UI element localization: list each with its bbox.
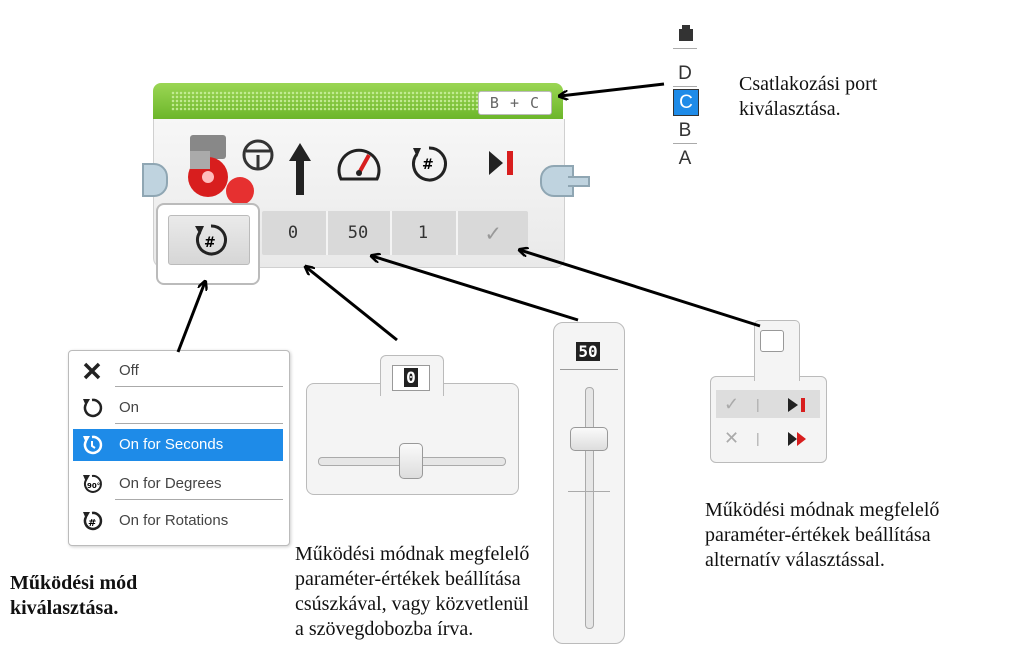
caption-line: paraméter-értékek beállítása xyxy=(705,524,931,546)
caption-line: paraméter-értékek beállítása xyxy=(295,568,521,590)
caption-line: csúszkával, vagy közvetlenül xyxy=(295,593,529,615)
caption-line: Csatlakozási port xyxy=(739,73,878,95)
caption-line: Működési mód xyxy=(10,572,138,594)
arrow-steering xyxy=(306,267,398,342)
caption-line: kiválasztása. xyxy=(739,98,841,120)
arrow-power xyxy=(372,256,579,322)
arrow-port xyxy=(560,82,665,96)
caption-mode: Működési mód kiválasztása. xyxy=(10,571,137,621)
caption-line: kiválasztása. xyxy=(10,597,119,619)
caption-port: Csatlakozási port kiválasztása. xyxy=(739,72,877,122)
caption-line: alternatív választással. xyxy=(705,549,885,571)
caption-line: a szövegdobozba írva. xyxy=(295,618,474,640)
arrow-mode xyxy=(176,282,205,353)
caption-line: Működési módnak megfelelő xyxy=(705,499,940,521)
caption-line: Működési módnak megfelelő xyxy=(295,543,530,565)
caption-slider: Működési módnak megfelelő paraméter-érté… xyxy=(295,542,529,642)
caption-alt: Működési módnak megfelelő paraméter-érté… xyxy=(705,498,939,573)
